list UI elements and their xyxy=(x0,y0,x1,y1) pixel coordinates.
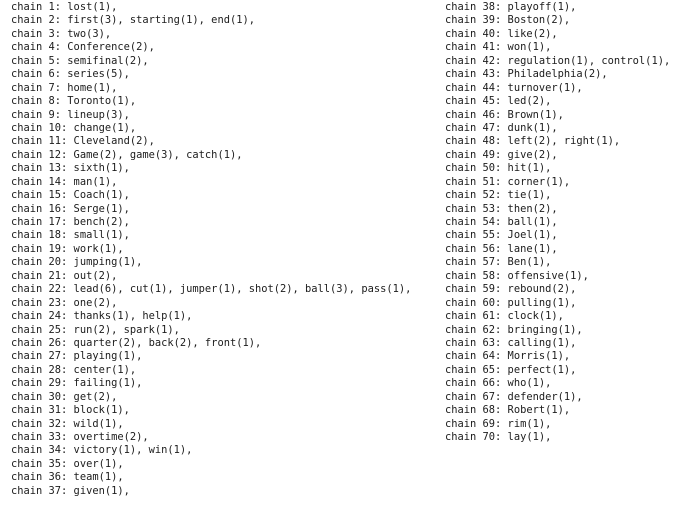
chain-entry: chain 7: home(1), xyxy=(11,81,118,94)
chain-entry: chain 62: bringing(1), xyxy=(445,323,583,336)
chain-entry: chain 22: lead(6), cut(1), jumper(1), sh… xyxy=(11,283,412,296)
chain-entry: chain 33: overtime(2), xyxy=(11,431,149,443)
chain-entry: chain 21: out(2), xyxy=(11,269,118,282)
chain-entry: chain 5: semifinal(2), xyxy=(11,54,149,67)
chain-entry: chain 29: failing(1), xyxy=(11,377,143,390)
chain-entry: chain 67: defender(1), xyxy=(445,390,583,403)
chain-entry: chain 42: regulation(1), control(1), xyxy=(445,54,671,67)
chain-entry: chain 8: Toronto(1), xyxy=(11,95,137,108)
chain-entry: chain 36: team(1), xyxy=(11,471,124,484)
chain-entry: chain 37: given(1), xyxy=(11,484,130,497)
chain-entry: chain 4: Conference(2), xyxy=(11,41,155,54)
chain-entry: chain 49: give(2), xyxy=(445,148,558,161)
chain-entry: chain 12: Game(2), game(3), catch(1), xyxy=(11,148,243,161)
chain-entry: chain 68: Robert(1), xyxy=(445,404,571,417)
chain-entry: chain 14: man(1), xyxy=(11,175,118,188)
chain-entry: chain 56: lane(1), xyxy=(445,242,558,255)
chain-entry: chain 43: Philadelphia(2), xyxy=(445,68,608,81)
chain-entry: chain 63: calling(1), xyxy=(445,336,577,349)
chain-entry: chain 10: change(1), xyxy=(11,121,137,134)
chain-entry: chain 26: quarter(2), back(2), front(1), xyxy=(11,336,262,349)
chain-entry: chain 59: rebound(2), xyxy=(445,283,577,296)
chain-entry: chain 57: Ben(1), xyxy=(445,256,552,269)
chain-entry: chain 30: get(2), xyxy=(11,390,118,403)
chain-list-document: chain 1: lost(1), chain 2: first(3), star… xyxy=(0,0,681,511)
chain-entry: chain 9: lineup(3), xyxy=(11,108,130,121)
chain-entry: chain 45: led(2), xyxy=(445,95,552,108)
chain-entry: chain 40: like(2), xyxy=(445,27,558,40)
chain-entry: chain 28: center(1), xyxy=(11,363,137,376)
chain-entry: chain 31: block(1), xyxy=(11,404,130,417)
chain-entry: chain 15: Coach(1), xyxy=(11,189,130,202)
chain-entry: chain 69: rim(1), xyxy=(445,417,552,430)
chain-column-right: chain 38: playoff(1), chain 39: Boston(2)… xyxy=(445,1,670,444)
chain-entry: chain 66: who(1), xyxy=(445,377,552,390)
chain-entry: chain 13: sixth(1), xyxy=(11,162,130,175)
chain-entry: chain 65: perfect(1), xyxy=(445,363,577,376)
chain-entry: chain 1: lost(1), xyxy=(11,1,118,13)
chain-entry: chain 53: then(2), xyxy=(445,202,558,215)
chain-entry: chain 2: first(3), starting(1), end(1), xyxy=(11,14,255,27)
chain-entry: chain 3: two(3), xyxy=(11,27,112,40)
chain-entry: chain 11: Cleveland(2), xyxy=(11,135,155,148)
chain-entry: chain 39: Boston(2), xyxy=(445,14,571,27)
chain-entry: chain 51: corner(1), xyxy=(445,175,571,188)
chain-entry: chain 20: jumping(1), xyxy=(11,256,143,269)
chain-entry: chain 6: series(5), xyxy=(11,68,130,81)
chain-entry: chain 38: playoff(1), xyxy=(445,1,577,13)
chain-entry: chain 55: Joel(1), xyxy=(445,229,558,242)
chain-entry: chain 27: playing(1), xyxy=(11,350,143,363)
chain-entry: chain 35: over(1), xyxy=(11,457,124,470)
chain-entry: chain 25: run(2), spark(1), xyxy=(11,323,180,336)
chain-entry: chain 61: clock(1), xyxy=(445,310,564,323)
chain-entry: chain 17: bench(2), xyxy=(11,216,130,228)
chain-entry: chain 50: hit(1), xyxy=(445,162,552,175)
chain-entry: chain 54: ball(1), xyxy=(445,216,558,228)
chain-entry: chain 52: tie(1), xyxy=(445,189,552,202)
chain-entry: chain 47: dunk(1), xyxy=(445,121,558,134)
chain-entry: chain 58: offensive(1), xyxy=(445,269,589,282)
chain-column-left: chain 1: lost(1), chain 2: first(3), star… xyxy=(11,1,411,498)
chain-entry: chain 32: wild(1), xyxy=(11,417,124,430)
chain-entry: chain 48: left(2), right(1), xyxy=(445,135,621,148)
chain-entry: chain 34: victory(1), win(1), xyxy=(11,444,193,457)
chain-entry: chain 18: small(1), xyxy=(11,229,130,242)
chain-entry: chain 70: lay(1), xyxy=(445,431,552,443)
chain-entry: chain 46: Brown(1), xyxy=(445,108,564,121)
chain-entry: chain 60: pulling(1), xyxy=(445,296,577,309)
chain-entry: chain 24: thanks(1), help(1), xyxy=(11,310,193,323)
chain-entry: chain 19: work(1), xyxy=(11,242,124,255)
chain-entry: chain 16: Serge(1), xyxy=(11,202,130,215)
chain-entry: chain 23: one(2), xyxy=(11,296,118,309)
chain-entry: chain 44: turnover(1), xyxy=(445,81,583,94)
chain-entry: chain 41: won(1), xyxy=(445,41,552,54)
chain-entry: chain 64: Morris(1), xyxy=(445,350,571,363)
